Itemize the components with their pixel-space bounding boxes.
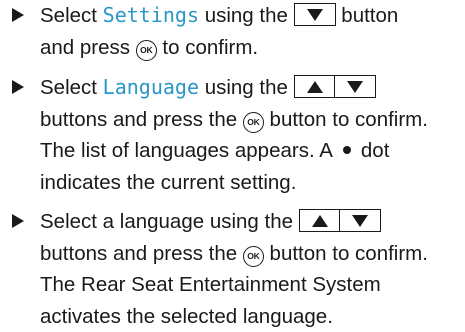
text: Select a language using the	[40, 210, 299, 233]
text: using the	[199, 76, 294, 99]
text: to confirm.	[156, 35, 259, 59]
down-arrow-button-icon	[334, 75, 377, 98]
text: button to confirm.	[263, 107, 428, 131]
triangle-bullet-icon	[12, 80, 24, 94]
text: button	[335, 4, 399, 27]
text: dot	[360, 139, 390, 162]
instruction-page: Select Settings using the button and pre…	[0, 0, 465, 330]
text: and press	[40, 35, 136, 59]
text: button to confirm.	[263, 241, 428, 265]
down-arrow-button-icon	[339, 209, 382, 232]
text: buttons and press the	[40, 107, 243, 131]
text: indicates the current setting.	[40, 170, 297, 194]
ok-button-icon: OK	[242, 111, 264, 133]
up-arrow-button-icon	[298, 209, 341, 232]
triangle-bullet-icon	[12, 214, 24, 228]
ok-button-icon: OK	[135, 39, 157, 61]
text: activates the selected language.	[40, 304, 333, 328]
settings-menu-term: Settings	[102, 3, 199, 27]
text: buttons and press the	[40, 241, 243, 265]
bullet-dot-icon	[342, 146, 351, 154]
language-menu-term: Language	[102, 75, 199, 99]
text: Select	[40, 4, 103, 27]
text: using the	[199, 4, 294, 27]
triangle-bullet-icon	[12, 8, 24, 22]
ok-button-icon: OK	[242, 245, 264, 267]
up-arrow-button-icon	[293, 75, 336, 98]
text: Select	[40, 76, 103, 99]
down-arrow-button-icon	[293, 3, 336, 26]
text: The list of languages appears. A	[40, 139, 333, 162]
text: The Rear Seat Entertainment System	[40, 273, 381, 296]
